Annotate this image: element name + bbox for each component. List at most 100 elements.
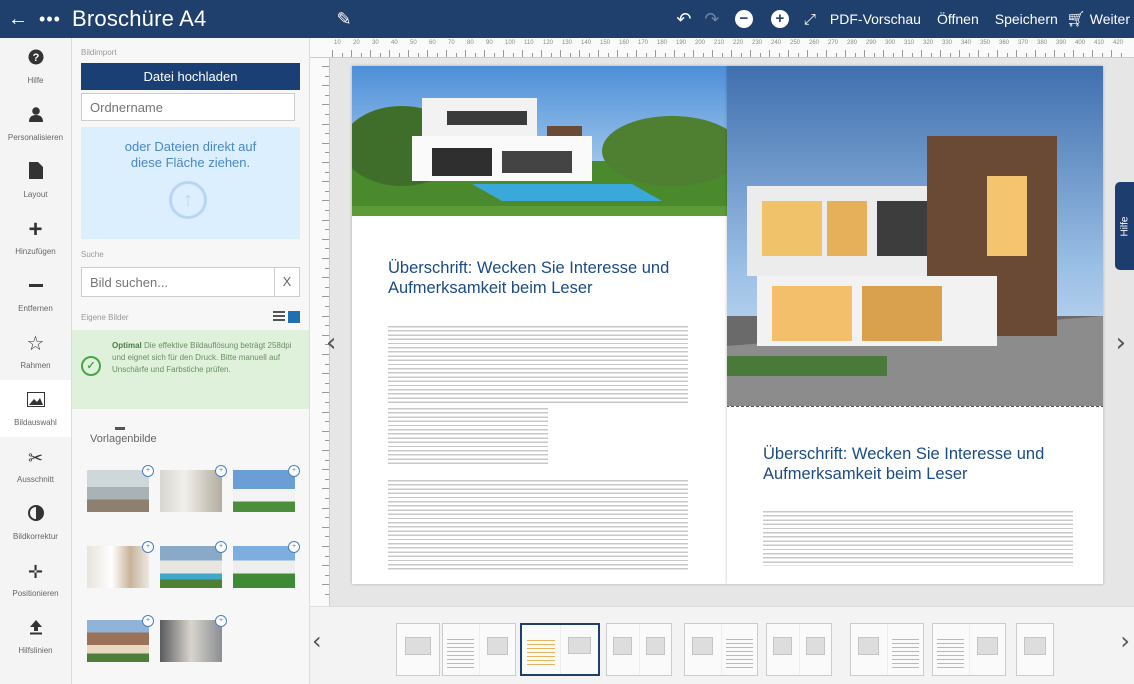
save-button[interactable]: Speichern (995, 11, 1058, 27)
ruler-number: 400 (1075, 40, 1086, 46)
sidebar-item-crop[interactable]: ✂ Ausschnitt (0, 437, 71, 494)
dropzone-text: oder Dateien direkt auf diese Fläche zie… (124, 139, 257, 170)
template-images-label[interactable]: Vorlagenbilde (90, 433, 309, 445)
template-thumbnail[interactable]: + (160, 465, 227, 512)
right-page-heading[interactable]: Überschrift: Wecken Sie Interesse und Au… (763, 444, 1073, 484)
sidebar-item-layout[interactable]: Layout (0, 152, 71, 209)
help-side-tab[interactable]: Hilfe (1115, 182, 1134, 270)
template-thumbnail[interactable]: + (233, 541, 300, 588)
ruler-tick (322, 181, 329, 183)
sidebar-item-image-correction[interactable]: Bildkorrektur (0, 494, 71, 551)
filmstrip-prev-arrow[interactable]: ‹ (312, 627, 322, 655)
add-icon[interactable]: + (215, 615, 227, 627)
template-thumbnail[interactable]: + (160, 541, 227, 588)
edit-pencil-icon[interactable]: ✎ (334, 0, 354, 38)
view-toggle (273, 311, 300, 323)
ruler-number: 120 (543, 40, 554, 46)
page-thumbnail[interactable] (684, 623, 758, 676)
ruler-tick (325, 382, 329, 384)
page-thumbnail[interactable] (442, 623, 516, 676)
sidebar-item-help[interactable]: ? Hilfe (0, 38, 71, 95)
ruler-tick (655, 50, 656, 57)
ruler-number: 60 (429, 40, 436, 46)
template-thumbnail[interactable]: + (87, 465, 154, 512)
grid-view-icon[interactable] (288, 311, 300, 323)
cart-icon[interactable]: 🛒︎ (1066, 0, 1086, 38)
list-view-icon[interactable] (273, 311, 285, 323)
zoom-in-icon[interactable]: + (770, 10, 789, 28)
sidebar-item-position[interactable]: ✛ Positionieren (0, 551, 71, 608)
ruler-number: 90 (486, 40, 493, 46)
template-thumbnail[interactable]: + (160, 615, 227, 662)
sidebar-item-personalize[interactable]: Personalisieren (0, 95, 71, 152)
template-thumbnail[interactable]: + (87, 541, 154, 588)
left-page-heading[interactable]: Überschrift: Wecken Sie Interesse und Au… (388, 258, 698, 298)
next-page-arrow[interactable]: › (1116, 328, 1126, 358)
filmstrip-next-arrow[interactable]: › (1120, 627, 1130, 655)
house-photo-left[interactable] (352, 66, 727, 216)
template-thumbnail[interactable]: + (233, 465, 300, 512)
sidebar-item-remove[interactable]: Entfernen (0, 266, 71, 323)
add-icon[interactable]: + (288, 465, 300, 477)
ruler-number: 20 (353, 40, 360, 46)
ruler-tick (322, 546, 329, 547)
page-thumbnail[interactable] (396, 623, 440, 676)
page-thumbnail[interactable] (932, 623, 1006, 676)
sidebar-item-frame[interactable]: ☆ Rahmen (0, 323, 71, 380)
search-clear-button[interactable]: X (274, 268, 299, 296)
undo-icon[interactable]: ↶ (670, 0, 698, 38)
add-icon[interactable]: + (215, 541, 227, 553)
back-arrow-icon[interactable]: ← (0, 0, 36, 38)
more-options-icon[interactable]: ••• (36, 0, 64, 38)
ruler-tick (531, 53, 533, 57)
pdf-preview-button[interactable]: PDF-Vorschau (830, 11, 921, 27)
redo-icon[interactable]: ↷ (698, 0, 726, 38)
right-page[interactable]: Überschrift: Wecken Sie Interesse und Au… (727, 66, 1103, 584)
ruler-tick (807, 50, 808, 57)
ruler-tick (325, 517, 329, 519)
ruler-tick (389, 50, 390, 57)
sidebar-item-guides[interactable]: Hilfslinien (0, 608, 71, 665)
ruler-tick (322, 565, 329, 567)
previous-page-arrow[interactable]: ‹ (326, 328, 336, 358)
add-icon[interactable]: + (215, 465, 227, 477)
add-icon[interactable]: + (142, 541, 154, 553)
ruler-tick (351, 50, 352, 57)
ruler-tick (325, 459, 329, 461)
house-photo-right[interactable] (727, 66, 1103, 407)
sidebar-item-add[interactable]: + Hinzufügen (0, 209, 71, 266)
add-icon[interactable]: + (142, 615, 154, 627)
document-title: Broschüre A4 (72, 6, 207, 31)
sidebar-item-image-select[interactable]: Bildauswahl (0, 380, 71, 437)
open-button[interactable]: Öffnen (937, 11, 979, 27)
left-page[interactable]: Überschrift: Wecken Sie Interesse und Au… (352, 66, 727, 584)
sidebar-item-label: Rahmen (20, 361, 51, 370)
add-icon[interactable]: + (288, 541, 300, 553)
page-thumbnail[interactable] (850, 623, 924, 676)
ruler-tick (845, 50, 846, 57)
template-thumbnail[interactable]: + (87, 615, 154, 662)
ruler-tick (322, 277, 329, 279)
page-thumbnail[interactable] (1016, 623, 1054, 676)
upload-file-button[interactable]: Datei hochladen (81, 63, 300, 90)
page-thumbnail[interactable] (766, 623, 832, 676)
page-thumbnail[interactable] (520, 623, 600, 676)
ruler-tick (788, 50, 789, 57)
ruler-tick (322, 430, 329, 432)
drop-zone[interactable]: oder Dateien direkt auf diese Fläche zie… (81, 127, 300, 239)
folder-icon[interactable]: ▬ (115, 422, 309, 433)
folder-name-input[interactable] (81, 93, 295, 121)
next-button[interactable]: Weiter (1090, 11, 1130, 27)
ruler-tick (759, 53, 761, 57)
ruler-tick (731, 50, 732, 57)
image-search-input[interactable] (82, 268, 274, 296)
add-icon[interactable]: + (142, 465, 154, 477)
zoom-out-icon[interactable]: − (734, 10, 753, 28)
ruler-tick (325, 152, 329, 154)
fullscreen-icon[interactable]: ⤢ (798, 0, 822, 38)
ruler-tick (322, 411, 329, 413)
ruler-tick (911, 53, 913, 57)
page-thumbnail[interactable] (606, 623, 672, 676)
ruler-tick (322, 584, 329, 586)
ruler-tick (712, 50, 713, 57)
